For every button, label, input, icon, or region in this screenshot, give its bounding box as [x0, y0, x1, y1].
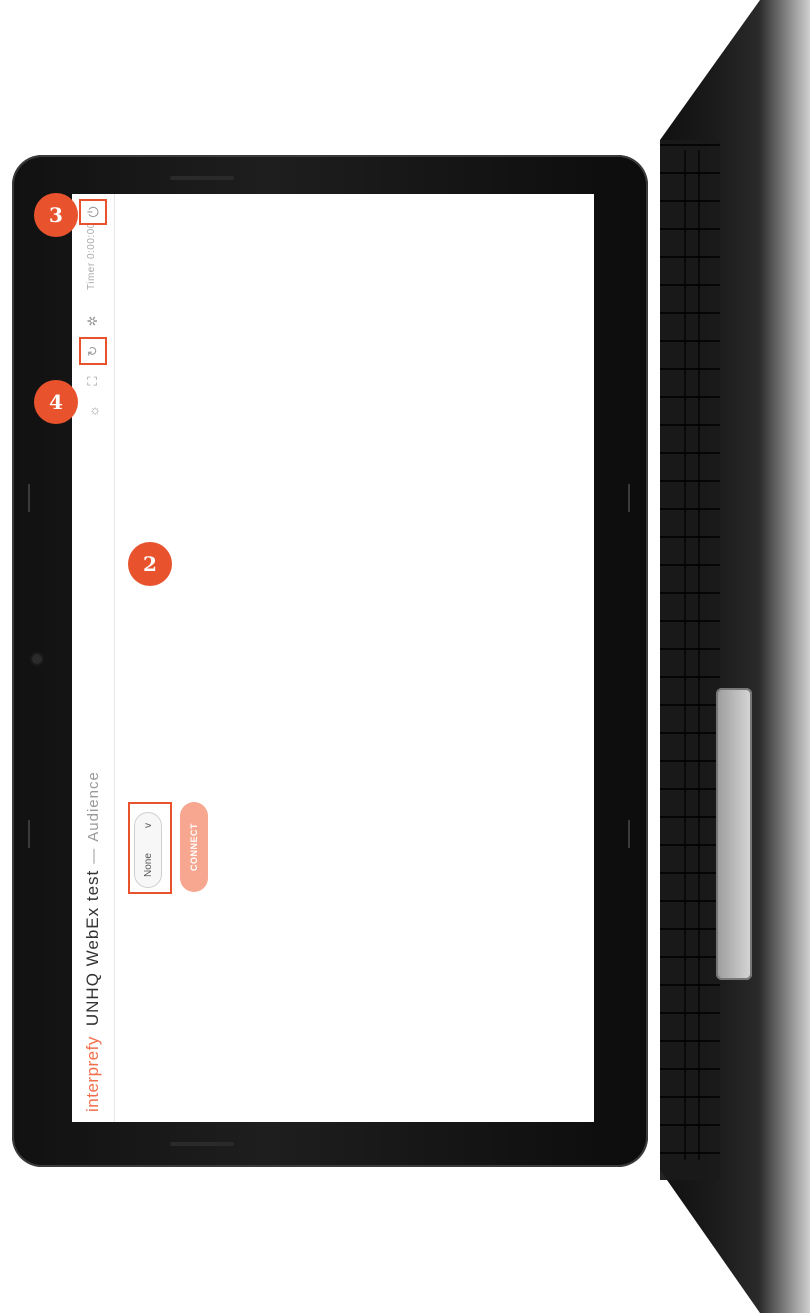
header-icons: ☼ ⛶ ↻ ✲ — [72, 302, 114, 422]
chevron-down-icon: v — [142, 823, 154, 828]
annotation-badge-4: 4 — [34, 380, 78, 424]
event-title: UNHQ WebEx test — [83, 869, 102, 1027]
bezel-bottom-notch — [170, 1142, 234, 1146]
bezel-mark — [628, 820, 630, 848]
brand-logo: interprefy — [83, 1036, 102, 1112]
app-header: interprefy UNHQ WebEx test — Audience ☼ … — [72, 194, 115, 1122]
channel-select[interactable]: None v — [134, 812, 162, 888]
power-icon[interactable]: ⏻ — [78, 199, 108, 225]
brightness-icon[interactable]: ☼ — [82, 400, 104, 422]
touchpad — [716, 688, 752, 980]
webcam — [32, 654, 42, 664]
annotation-badge-3: 3 — [34, 193, 78, 237]
settings-icon[interactable]: ✲ — [82, 310, 104, 332]
annotation-badge-2: 2 — [128, 542, 172, 586]
bezel-mark — [628, 484, 630, 512]
bezel-mark — [28, 820, 30, 848]
fullscreen-icon[interactable]: ⛶ — [82, 370, 104, 392]
title-separator: — — [84, 847, 102, 864]
role-label: Audience — [84, 771, 102, 842]
channel-select-value: None — [142, 853, 154, 877]
timer-label: Timer 0:00:00 — [86, 222, 97, 290]
app-window: interprefy UNHQ WebEx test — Audience ☼ … — [72, 194, 594, 1122]
keyboard-keys — [672, 150, 712, 1160]
bezel-top-notch — [170, 176, 234, 180]
laptop-screen: interprefy UNHQ WebEx test — Audience ☼ … — [72, 194, 594, 1122]
refresh-icon[interactable]: ↻ — [79, 337, 107, 365]
connect-button[interactable]: CONNECT — [180, 802, 208, 892]
bezel-mark — [28, 484, 30, 512]
